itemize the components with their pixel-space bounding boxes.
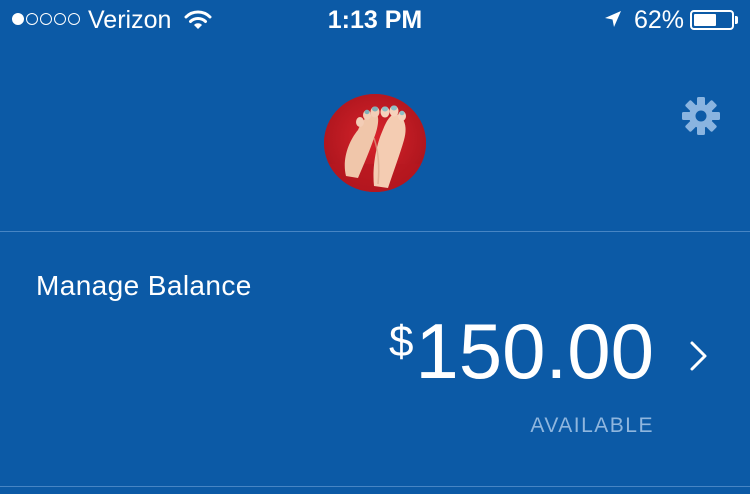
currency-symbol: $ (388, 317, 414, 366)
battery-level-fill (694, 14, 716, 26)
chevron-right-icon[interactable] (688, 340, 710, 377)
balance-status: AVAILABLE (530, 414, 654, 437)
settings-button[interactable] (680, 95, 722, 137)
gear-icon (682, 97, 720, 135)
battery-tip (735, 16, 738, 24)
section-divider (0, 486, 750, 487)
avatar-photo (324, 94, 426, 192)
status-bar: Verizon 1:13 PM 62% (0, 0, 750, 40)
balance-value: 150.00 (415, 307, 654, 395)
avatar[interactable] (324, 94, 426, 192)
balance-amount[interactable]: $ 150.00 (389, 312, 654, 390)
manage-balance-title[interactable]: Manage Balance (36, 268, 252, 304)
battery-icon (690, 10, 734, 30)
header-divider (0, 231, 750, 232)
location-arrow-icon (603, 9, 623, 34)
battery-percentage: 62% (634, 6, 685, 34)
